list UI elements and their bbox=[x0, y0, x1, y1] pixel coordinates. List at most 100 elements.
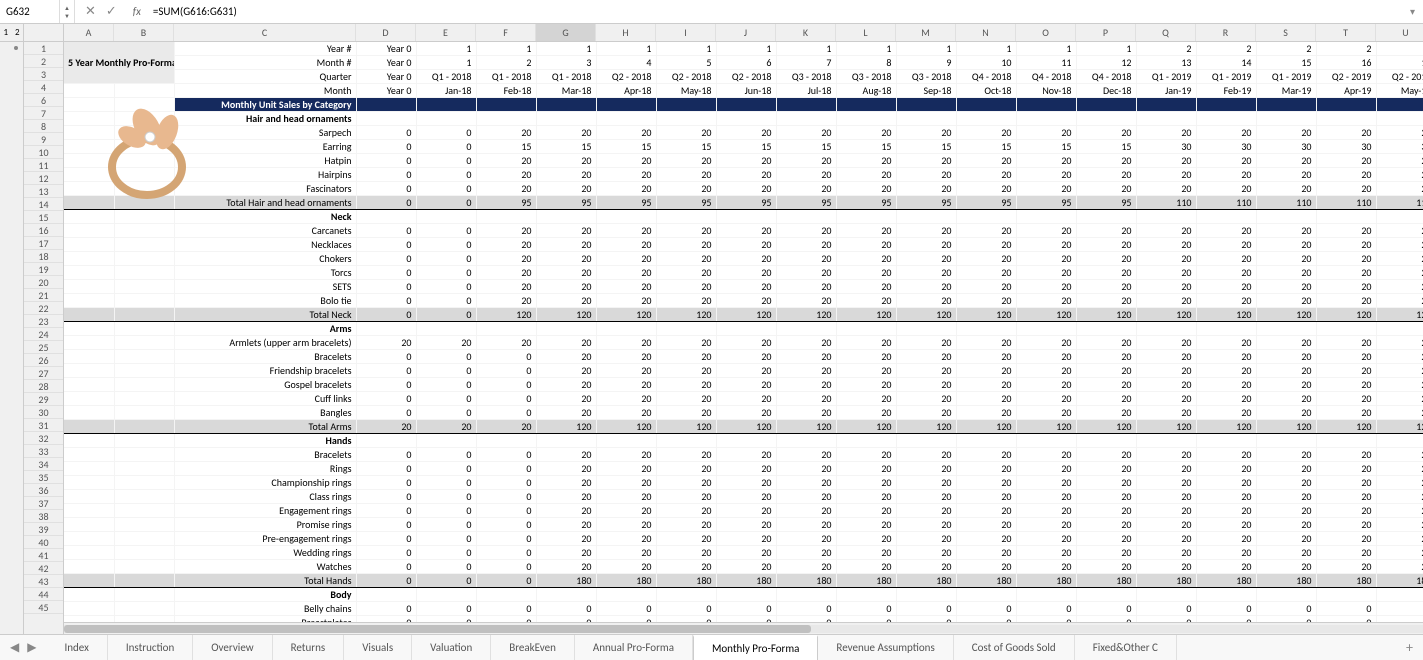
row-header-7[interactable]: 7 bbox=[24, 107, 63, 120]
item-value[interactable]: 20 bbox=[956, 336, 1016, 350]
item-value[interactable]: 0 bbox=[596, 602, 656, 616]
item-value[interactable]: 20 bbox=[1376, 532, 1423, 546]
item-value[interactable]: 20 bbox=[476, 154, 536, 168]
item-value[interactable]: 20 bbox=[1196, 518, 1256, 532]
quarter-val[interactable]: Q1 - 2019 bbox=[1256, 70, 1316, 84]
item-value[interactable]: 20 bbox=[716, 364, 776, 378]
item-value[interactable]: 20 bbox=[1016, 280, 1076, 294]
item-value[interactable]: 20 bbox=[1196, 392, 1256, 406]
band-fill[interactable] bbox=[956, 98, 1016, 112]
item-value[interactable]: 20 bbox=[1016, 154, 1076, 168]
total-value[interactable]: 95 bbox=[1076, 196, 1136, 210]
item-value[interactable]: 0 bbox=[476, 462, 536, 476]
item-value[interactable]: 20 bbox=[1076, 392, 1136, 406]
item-value[interactable]: 0 bbox=[416, 518, 476, 532]
quarter-val[interactable]: Q1 - 2018 bbox=[476, 70, 536, 84]
quarter-val[interactable]: Q3 - 2018 bbox=[896, 70, 956, 84]
item-value[interactable]: 20 bbox=[1256, 336, 1316, 350]
item-value[interactable]: 20 bbox=[1256, 490, 1316, 504]
item-value[interactable]: 20 bbox=[1016, 532, 1076, 546]
blank[interactable] bbox=[64, 350, 114, 364]
blank[interactable] bbox=[656, 322, 716, 336]
item-value[interactable]: 20 bbox=[656, 476, 716, 490]
item-value[interactable]: 20 bbox=[1316, 168, 1376, 182]
monthnum-val[interactable]: 5 bbox=[656, 56, 716, 70]
item-value[interactable]: 20 bbox=[356, 336, 416, 350]
blank[interactable] bbox=[64, 378, 114, 392]
item-value[interactable]: 20 bbox=[1316, 462, 1376, 476]
item-value[interactable]: 0 bbox=[476, 378, 536, 392]
item-value[interactable]: 0 bbox=[416, 602, 476, 616]
item-label[interactable]: Bracelets bbox=[174, 448, 356, 462]
item-value[interactable]: 0 bbox=[416, 154, 476, 168]
item-value[interactable]: 0 bbox=[476, 364, 536, 378]
blank[interactable] bbox=[1256, 112, 1316, 126]
total-value[interactable]: 95 bbox=[956, 196, 1016, 210]
item-value[interactable]: 30 bbox=[1376, 140, 1423, 154]
item-value[interactable]: 20 bbox=[1136, 448, 1196, 462]
item-value[interactable]: 20 bbox=[1196, 364, 1256, 378]
item-value[interactable]: 20 bbox=[716, 238, 776, 252]
total-value[interactable]: 180 bbox=[1376, 574, 1423, 588]
item-value[interactable]: 20 bbox=[716, 168, 776, 182]
item-value[interactable]: 20 bbox=[596, 378, 656, 392]
blank[interactable] bbox=[836, 434, 896, 448]
item-value[interactable]: 20 bbox=[416, 336, 476, 350]
item-value[interactable]: 20 bbox=[596, 504, 656, 518]
item-value[interactable]: 20 bbox=[776, 336, 836, 350]
item-value[interactable]: 20 bbox=[656, 448, 716, 462]
col-header-U[interactable]: U bbox=[1376, 24, 1423, 41]
item-value[interactable]: 0 bbox=[356, 280, 416, 294]
total-value[interactable]: 20 bbox=[476, 420, 536, 434]
item-value[interactable]: 20 bbox=[836, 126, 896, 140]
item-value[interactable]: 20 bbox=[656, 154, 716, 168]
item-value[interactable]: 20 bbox=[1376, 252, 1423, 266]
item-value[interactable]: 20 bbox=[536, 546, 596, 560]
blank[interactable] bbox=[896, 434, 956, 448]
blank[interactable] bbox=[114, 588, 174, 602]
blank[interactable] bbox=[656, 588, 716, 602]
row-header-37[interactable]: 37 bbox=[24, 497, 63, 510]
item-value[interactable]: 20 bbox=[1136, 560, 1196, 574]
item-value[interactable]: 20 bbox=[1136, 266, 1196, 280]
blank[interactable] bbox=[64, 588, 114, 602]
item-value[interactable]: 20 bbox=[536, 182, 596, 196]
blank[interactable] bbox=[416, 322, 476, 336]
item-value[interactable]: 20 bbox=[656, 490, 716, 504]
col-header-D[interactable]: D bbox=[356, 24, 416, 41]
row-header-24[interactable]: 24 bbox=[24, 328, 63, 341]
month-val[interactable]: Jan-18 bbox=[416, 84, 476, 98]
item-value[interactable]: 20 bbox=[776, 560, 836, 574]
item-value[interactable]: 0 bbox=[716, 602, 776, 616]
year-val[interactable]: 1 bbox=[416, 42, 476, 56]
item-value[interactable]: 20 bbox=[956, 378, 1016, 392]
total-value[interactable]: 180 bbox=[836, 574, 896, 588]
section-header[interactable]: Body bbox=[174, 588, 356, 602]
item-value[interactable]: 20 bbox=[536, 266, 596, 280]
blank[interactable] bbox=[64, 560, 114, 574]
total-value[interactable]: 120 bbox=[956, 308, 1016, 322]
item-value[interactable]: 20 bbox=[476, 182, 536, 196]
band-fill[interactable] bbox=[1256, 98, 1316, 112]
section-header[interactable]: Hands bbox=[174, 434, 356, 448]
total-value[interactable]: 0 bbox=[476, 574, 536, 588]
blank[interactable] bbox=[836, 210, 896, 224]
item-value[interactable]: 20 bbox=[716, 182, 776, 196]
total-label[interactable]: Total Hands bbox=[174, 574, 356, 588]
row-header-29[interactable]: 29 bbox=[24, 393, 63, 406]
total-value[interactable]: 120 bbox=[1136, 420, 1196, 434]
blank[interactable] bbox=[114, 378, 174, 392]
item-value[interactable]: 0 bbox=[1196, 602, 1256, 616]
item-value[interactable]: 20 bbox=[896, 462, 956, 476]
quarter-val[interactable]: Q4 - 2018 bbox=[956, 70, 1016, 84]
item-value[interactable]: 20 bbox=[896, 238, 956, 252]
blank[interactable] bbox=[64, 280, 114, 294]
item-value[interactable]: 20 bbox=[1076, 168, 1136, 182]
total-value[interactable]: 120 bbox=[1316, 420, 1376, 434]
blank[interactable] bbox=[776, 112, 836, 126]
item-value[interactable]: 0 bbox=[416, 350, 476, 364]
total-value[interactable]: 120 bbox=[776, 420, 836, 434]
item-value[interactable]: 20 bbox=[536, 364, 596, 378]
year-val[interactable]: 2 bbox=[1316, 42, 1376, 56]
item-value[interactable]: 20 bbox=[1016, 168, 1076, 182]
